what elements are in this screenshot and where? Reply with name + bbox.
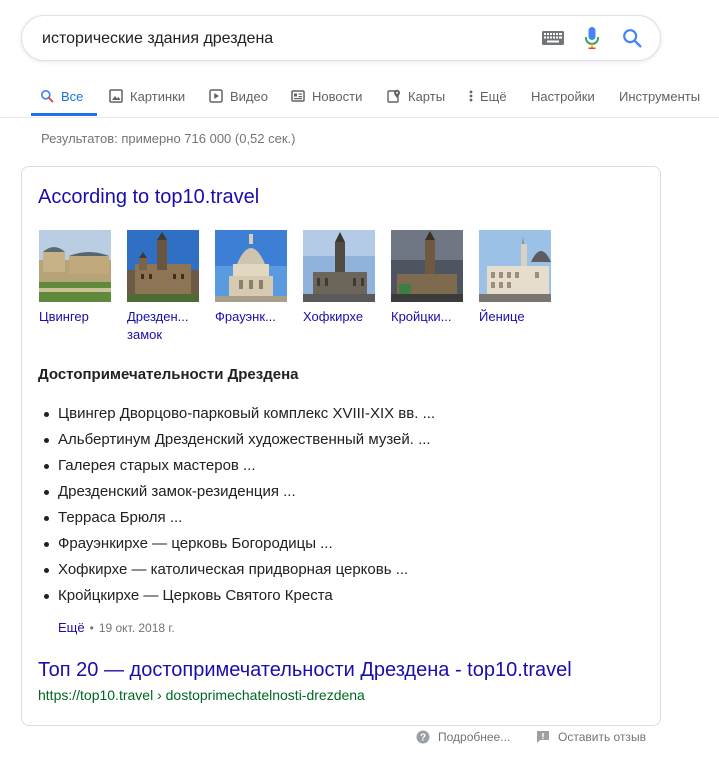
- image-caption: Цвингер: [39, 309, 89, 324]
- tab-label: Инструменты: [619, 88, 701, 104]
- image-thumb-frauenkirche[interactable]: Фрауэнк...: [215, 230, 289, 326]
- zwinger-image: [39, 230, 111, 302]
- play-icon: [209, 89, 223, 103]
- result-title-link[interactable]: Топ 20 — достопримечательности Дрездена …: [38, 659, 572, 682]
- active-tab-indicator: [31, 113, 97, 116]
- tab-maps[interactable]: Карты: [387, 76, 445, 116]
- image-thumb-castle[interactable]: Дрезден... замок: [127, 230, 201, 344]
- search-input[interactable]: [42, 28, 522, 50]
- card-title-link[interactable]: According to top10.travel: [38, 186, 259, 209]
- tabs-divider: [0, 117, 719, 118]
- search-icon[interactable]: [621, 27, 643, 49]
- image-caption: Хофкирхе: [303, 309, 364, 324]
- image-thumb-hofkirche[interactable]: Хофкирхе: [303, 230, 377, 326]
- tab-label: Все: [61, 88, 84, 104]
- result-stats: Результатов: примерно 716 000 (0,52 сек.…: [41, 131, 296, 146]
- feedback-icon: [537, 731, 549, 743]
- kreuzkirche-image: [391, 230, 463, 302]
- landmarks-list: Цвингер Дворцово-парковый комплекс XVIII…: [38, 401, 638, 609]
- svg-text:?: ?: [420, 733, 426, 744]
- hofkirche-image: [303, 230, 375, 302]
- image-caption-line2: замок: [127, 327, 163, 342]
- yenidze-image: [479, 230, 551, 302]
- snippet-date: 19 окт. 2018 г.: [98, 620, 175, 635]
- list-item: Галерея старых мастеров ...: [38, 453, 638, 479]
- about-snippet-button[interactable]: ? Подробнее...: [416, 730, 510, 744]
- tab-news[interactable]: Новости: [291, 76, 362, 116]
- list-item: Хофкирхе — католическая придворная церко…: [38, 557, 638, 583]
- search-icon: [40, 89, 54, 103]
- search-tabs: Все Картинки Видео Новости Карты Ещё Нас…: [0, 76, 719, 118]
- list-item: Дрезденский замок-резиденция ...: [38, 479, 638, 505]
- microphone-icon[interactable]: [584, 26, 600, 50]
- tab-label: Новости: [312, 88, 363, 104]
- tab-more[interactable]: Ещё: [468, 76, 507, 116]
- image-caption: Йенице: [479, 309, 525, 324]
- tab-all[interactable]: Все: [40, 76, 83, 116]
- tab-images[interactable]: Картинки: [109, 76, 185, 116]
- feedback-button[interactable]: Оставить отзыв: [536, 730, 646, 744]
- image-caption: Дрезден...: [127, 309, 189, 324]
- castle-image: [127, 230, 199, 302]
- list-item: Терраса Брюля ...: [38, 505, 638, 531]
- keyboard-icon[interactable]: [542, 31, 564, 45]
- more-link[interactable]: Ещё: [58, 620, 85, 635]
- image-caption: Фрауэнк...: [215, 309, 276, 324]
- section-heading: Достопримечательности Дрездена: [38, 366, 299, 383]
- image-thumb-zwinger[interactable]: Цвингер: [39, 230, 113, 326]
- help-icon: ?: [416, 730, 430, 744]
- tab-settings[interactable]: Настройки: [531, 76, 595, 116]
- search-box[interactable]: [21, 15, 661, 61]
- separator-dot: •: [89, 620, 94, 635]
- list-item: Кройцкирхе — Церковь Святого Креста: [38, 583, 638, 609]
- list-item: Фрауэнкирхе — церковь Богородицы ...: [38, 531, 638, 557]
- tab-label: Картинки: [130, 88, 186, 104]
- image-thumb-yenidze[interactable]: Йенице: [479, 230, 553, 326]
- more-row: Ещё • 19 окт. 2018 г.: [58, 620, 175, 635]
- image-caption: Кройцки...: [391, 309, 452, 324]
- feedback-label: Оставить отзыв: [558, 730, 646, 744]
- tab-video[interactable]: Видео: [209, 76, 268, 116]
- tab-label: Настройки: [531, 88, 595, 104]
- map-pin-icon: [387, 89, 400, 103]
- tab-label: Видео: [230, 88, 268, 104]
- image-thumb-kreuzkirche[interactable]: Кройцки...: [391, 230, 465, 326]
- news-icon: [291, 90, 305, 102]
- image-icon: [109, 89, 123, 103]
- tab-label: Ещё: [480, 88, 507, 104]
- tab-label: Карты: [408, 88, 446, 104]
- list-item: Альбертинум Дрезденский художественный м…: [38, 427, 638, 453]
- list-item: Цвингер Дворцово-парковый комплекс XVIII…: [38, 401, 638, 427]
- result-url: https://top10.travel › dostoprimechateln…: [38, 687, 365, 703]
- about-label: Подробнее...: [438, 730, 511, 744]
- featured-snippet-card: According to top10.travel Цвингер Дрезде…: [21, 166, 661, 726]
- tab-tools[interactable]: Инструменты: [619, 76, 700, 116]
- more-vert-icon: [469, 90, 473, 102]
- frauenkirche-image: [215, 230, 287, 302]
